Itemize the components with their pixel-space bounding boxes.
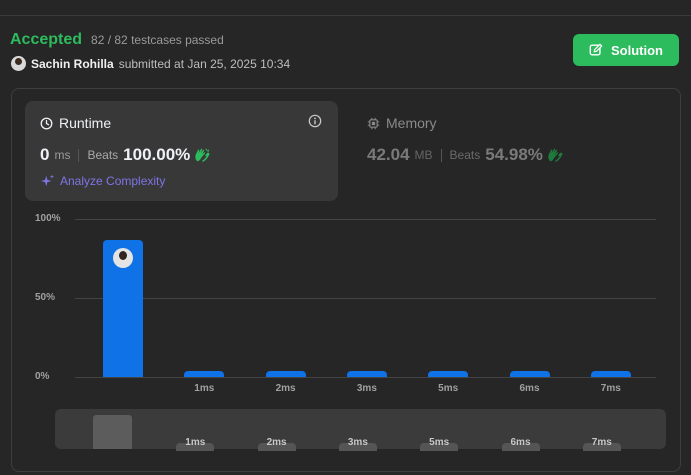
your-submission-avatar bbox=[113, 248, 133, 268]
overview-tick-label: 7ms bbox=[591, 437, 612, 448]
overview-tick-label: 5ms bbox=[429, 437, 450, 448]
x-tick-label: 7ms bbox=[600, 383, 621, 394]
overview-tick-label: 6ms bbox=[510, 437, 531, 448]
overview-window-handle[interactable] bbox=[93, 415, 132, 449]
y-tick-label: 0% bbox=[35, 371, 50, 382]
y-tick-label: 100% bbox=[35, 213, 61, 224]
overview-tick-label: 2ms bbox=[266, 437, 287, 448]
runtime-distribution-chart: 0% 50% 100% 1ms 2ms 3ms 5ms 6ms 7ms bbox=[0, 0, 691, 475]
overview-tick-label: 3ms bbox=[347, 437, 368, 448]
x-tick-label: 1ms bbox=[194, 383, 215, 394]
x-tick-label: 5ms bbox=[438, 383, 459, 394]
gridline bbox=[75, 377, 656, 378]
chart-bar-3ms[interactable] bbox=[346, 371, 387, 377]
chart-bar-2ms[interactable] bbox=[265, 371, 306, 377]
gridline bbox=[75, 298, 656, 299]
chart-bar-5ms[interactable] bbox=[428, 371, 469, 377]
y-tick-label: 50% bbox=[35, 292, 56, 303]
gridline bbox=[75, 219, 656, 220]
overview-tick-label: 1ms bbox=[185, 437, 206, 448]
chart-bar-1ms[interactable] bbox=[184, 371, 225, 377]
chart-bar-6ms[interactable] bbox=[509, 371, 550, 377]
chart-bar-7ms[interactable] bbox=[590, 371, 631, 377]
x-tick-label: 2ms bbox=[275, 383, 296, 394]
x-tick-label: 3ms bbox=[356, 383, 377, 394]
x-tick-label: 6ms bbox=[519, 383, 540, 394]
